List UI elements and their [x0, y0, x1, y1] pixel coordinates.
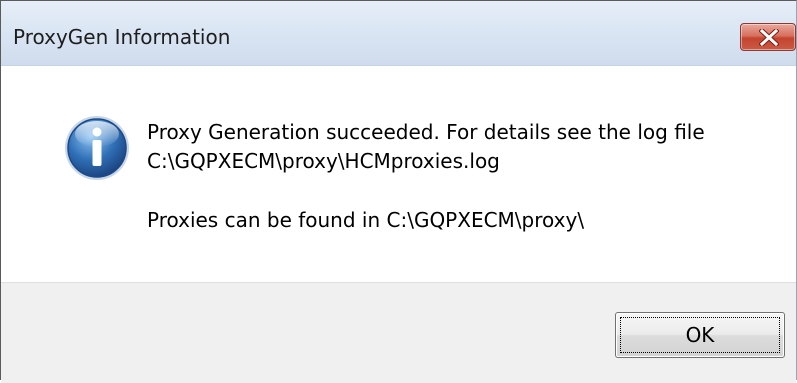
message-line-3: Proxies can be found in C:\GQPXECM\proxy… — [147, 208, 585, 232]
message-text: Proxy Generation succeeded. For details … — [147, 118, 705, 235]
message-line-2: C:\GQPXECM\proxy\HCMproxies.log — [147, 149, 500, 173]
close-icon — [759, 29, 779, 46]
ok-button-label: OK — [685, 323, 715, 347]
button-bar: OK — [1, 282, 796, 383]
proxygen-information-dialog: ProxyGen Information Proxy Generation su… — [0, 0, 797, 383]
title-bar[interactable]: ProxyGen Information — [1, 1, 796, 66]
ok-button[interactable]: OK — [615, 312, 785, 358]
close-button[interactable] — [740, 23, 796, 51]
information-icon — [65, 116, 129, 180]
message-line-1: Proxy Generation succeeded. For details … — [147, 120, 705, 144]
message-area: Proxy Generation succeeded. For details … — [1, 66, 796, 281]
window-title: ProxyGen Information — [13, 25, 231, 49]
